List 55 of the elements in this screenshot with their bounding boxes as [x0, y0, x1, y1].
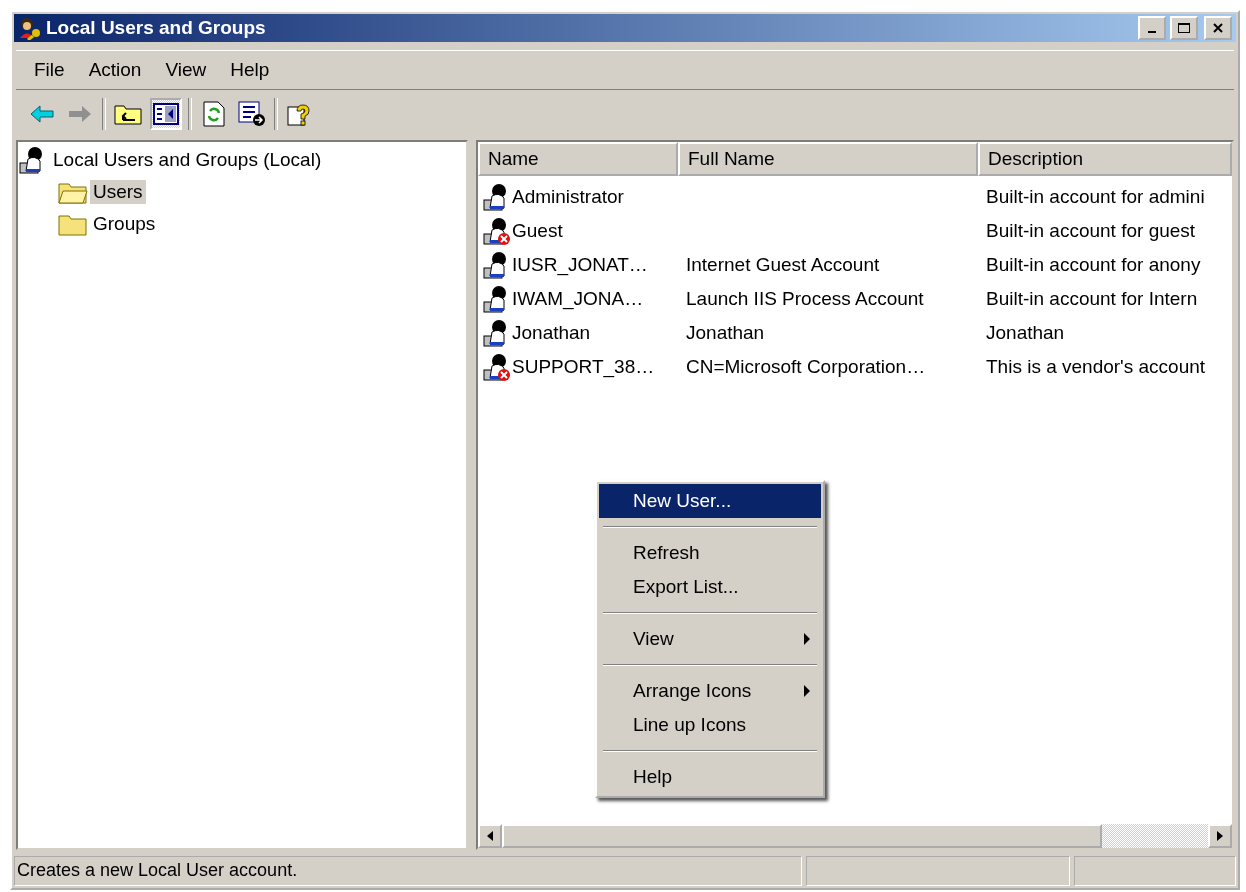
description: Built-in account for Intern: [985, 288, 1198, 309]
full-name: Launch IIS Process Account: [685, 288, 924, 309]
full-name: CN=Microsoft Corporation…: [685, 356, 926, 377]
context-menu-item[interactable]: Export List...: [599, 570, 821, 604]
description: Jonathan: [985, 322, 1065, 343]
back-arrow-icon: [29, 105, 55, 123]
context-menu-item[interactable]: Help: [599, 760, 821, 794]
column-header[interactable]: Name: [478, 142, 678, 176]
user-name[interactable]: Jonathan: [512, 322, 591, 344]
scroll-thumb[interactable]: [502, 824, 1102, 848]
forward-arrow-icon: [67, 105, 93, 123]
help-icon: [287, 101, 313, 127]
user-name[interactable]: Administrator: [512, 186, 624, 208]
horizontal-scrollbar[interactable]: [478, 824, 1232, 848]
left-arrow-icon: [486, 830, 494, 842]
menu-item[interactable]: File: [26, 57, 73, 83]
context-menu-item[interactable]: New User...: [599, 484, 821, 518]
up-folder-icon: [114, 103, 142, 125]
tree-item[interactable]: Local Users and Groups (Local): [50, 148, 325, 172]
maximize-icon: [1177, 22, 1191, 34]
context-menu-item[interactable]: Arrange Icons: [599, 674, 821, 708]
window-title: Local Users and Groups: [46, 17, 267, 39]
submenu-arrow-icon: [803, 684, 811, 698]
full-name: Internet Guest Account: [685, 254, 880, 275]
description: This is a vendor's account: [985, 356, 1206, 377]
users-key-icon: [18, 16, 42, 40]
column-header[interactable]: Description: [978, 142, 1232, 176]
full-name: Jonathan: [685, 322, 765, 343]
column-header[interactable]: Full Name: [678, 142, 978, 176]
minimize-icon: [1148, 31, 1156, 33]
menu-item[interactable]: Help: [222, 57, 278, 83]
close-button[interactable]: [1204, 16, 1232, 40]
maximize-button[interactable]: [1170, 16, 1198, 40]
minimize-button[interactable]: [1138, 16, 1166, 40]
context-menu-item[interactable]: View: [599, 622, 821, 656]
export-list-icon: [238, 101, 266, 127]
menu-item[interactable]: View: [157, 57, 215, 83]
status-text: Creates a new Local User account.: [14, 856, 802, 886]
tree-item[interactable]: Users: [90, 180, 146, 204]
scroll-right-button[interactable]: [1208, 824, 1232, 848]
refresh-icon: [203, 101, 225, 127]
description: Built-in account for guest: [985, 220, 1196, 241]
description: Built-in account for anony: [985, 254, 1201, 275]
right-arrow-icon: [1216, 830, 1224, 842]
close-icon: [1212, 22, 1224, 34]
tree-pane-icon: [153, 103, 179, 125]
user-name[interactable]: IUSR_JONAT…: [512, 254, 648, 276]
submenu-arrow-icon: [803, 632, 811, 646]
menu-item[interactable]: Action: [80, 57, 150, 83]
description: Built-in account for admini: [985, 186, 1205, 207]
context-menu-item[interactable]: Refresh: [599, 536, 821, 570]
context-menu-item[interactable]: Line up Icons: [599, 708, 821, 742]
user-name[interactable]: IWAM_JONA…: [512, 288, 644, 310]
scroll-left-button[interactable]: [478, 824, 502, 848]
tree-item[interactable]: Groups: [90, 212, 159, 236]
